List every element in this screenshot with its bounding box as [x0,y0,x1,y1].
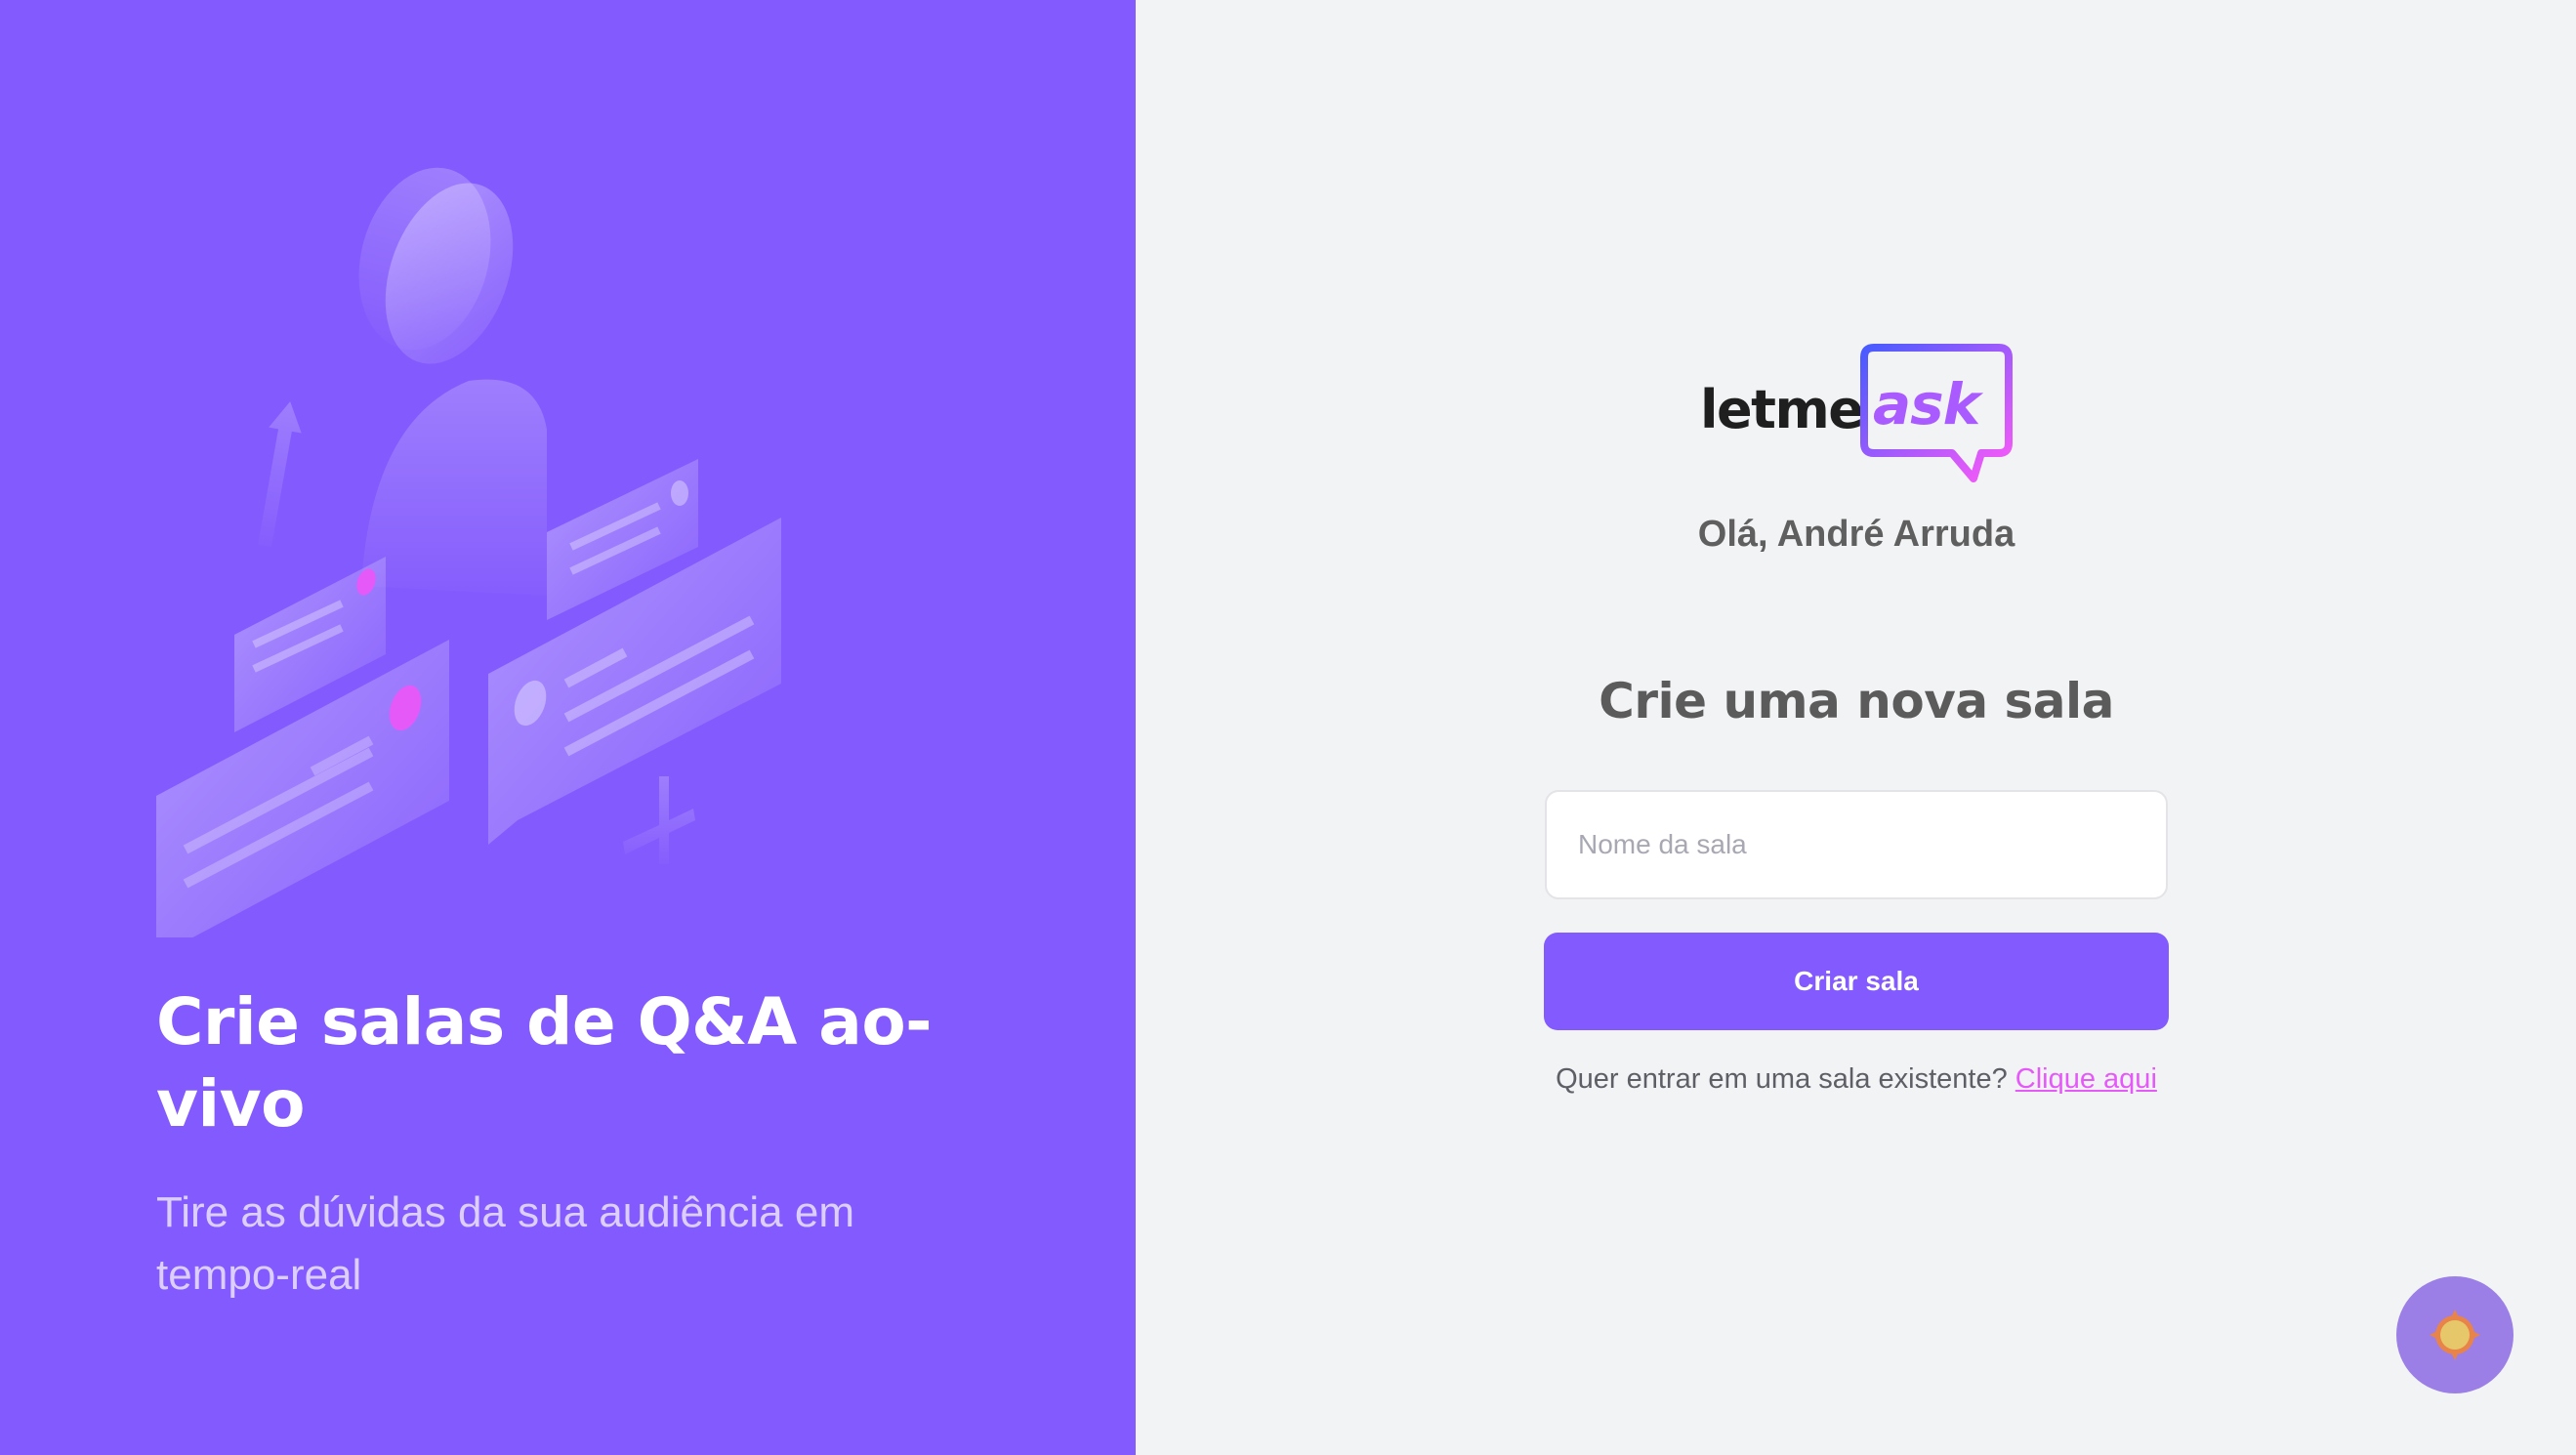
join-room-prompt: Quer entrar em uma sala existente? Cliqu… [1556,1063,2157,1096]
left-panel: Crie salas de Q&A ao-vivo Tire as dúvida… [0,0,1136,1455]
create-room-form: Criar sala [1544,790,2169,1030]
logo-text-ask: ask [1873,371,1980,437]
letmeask-logo: letme ask [1700,342,2013,498]
page-title: Crie uma nova sala [1599,673,2114,729]
sun-icon [2430,1310,2480,1360]
main-panel: letme ask Olá, André Arruda Crie uma nov… [1136,0,2576,1455]
join-room-text: Quer entrar em uma sala existente? [1556,1063,2008,1095]
logo-text-letme: letme [1700,379,1864,440]
page: Crie salas de Q&A ao-vivo Tire as dúvida… [0,0,2576,1455]
aside-title: Crie salas de Q&A ao-vivo [156,984,933,1142]
aside-subtitle: Tire as dúvidas da sua audiência em temp… [156,1188,854,1299]
create-room-button[interactable]: Criar sala [1544,933,2169,1030]
room-name-input[interactable] [1545,790,2168,899]
user-greeting: Olá, André Arruda [1697,514,2015,555]
main-content: letme ask Olá, André Arruda Crie uma nov… [1544,342,2169,1096]
join-room-link[interactable]: Clique aqui [2015,1063,2157,1095]
theme-toggle-button[interactable] [2396,1276,2514,1393]
qa-illustration [156,167,781,937]
